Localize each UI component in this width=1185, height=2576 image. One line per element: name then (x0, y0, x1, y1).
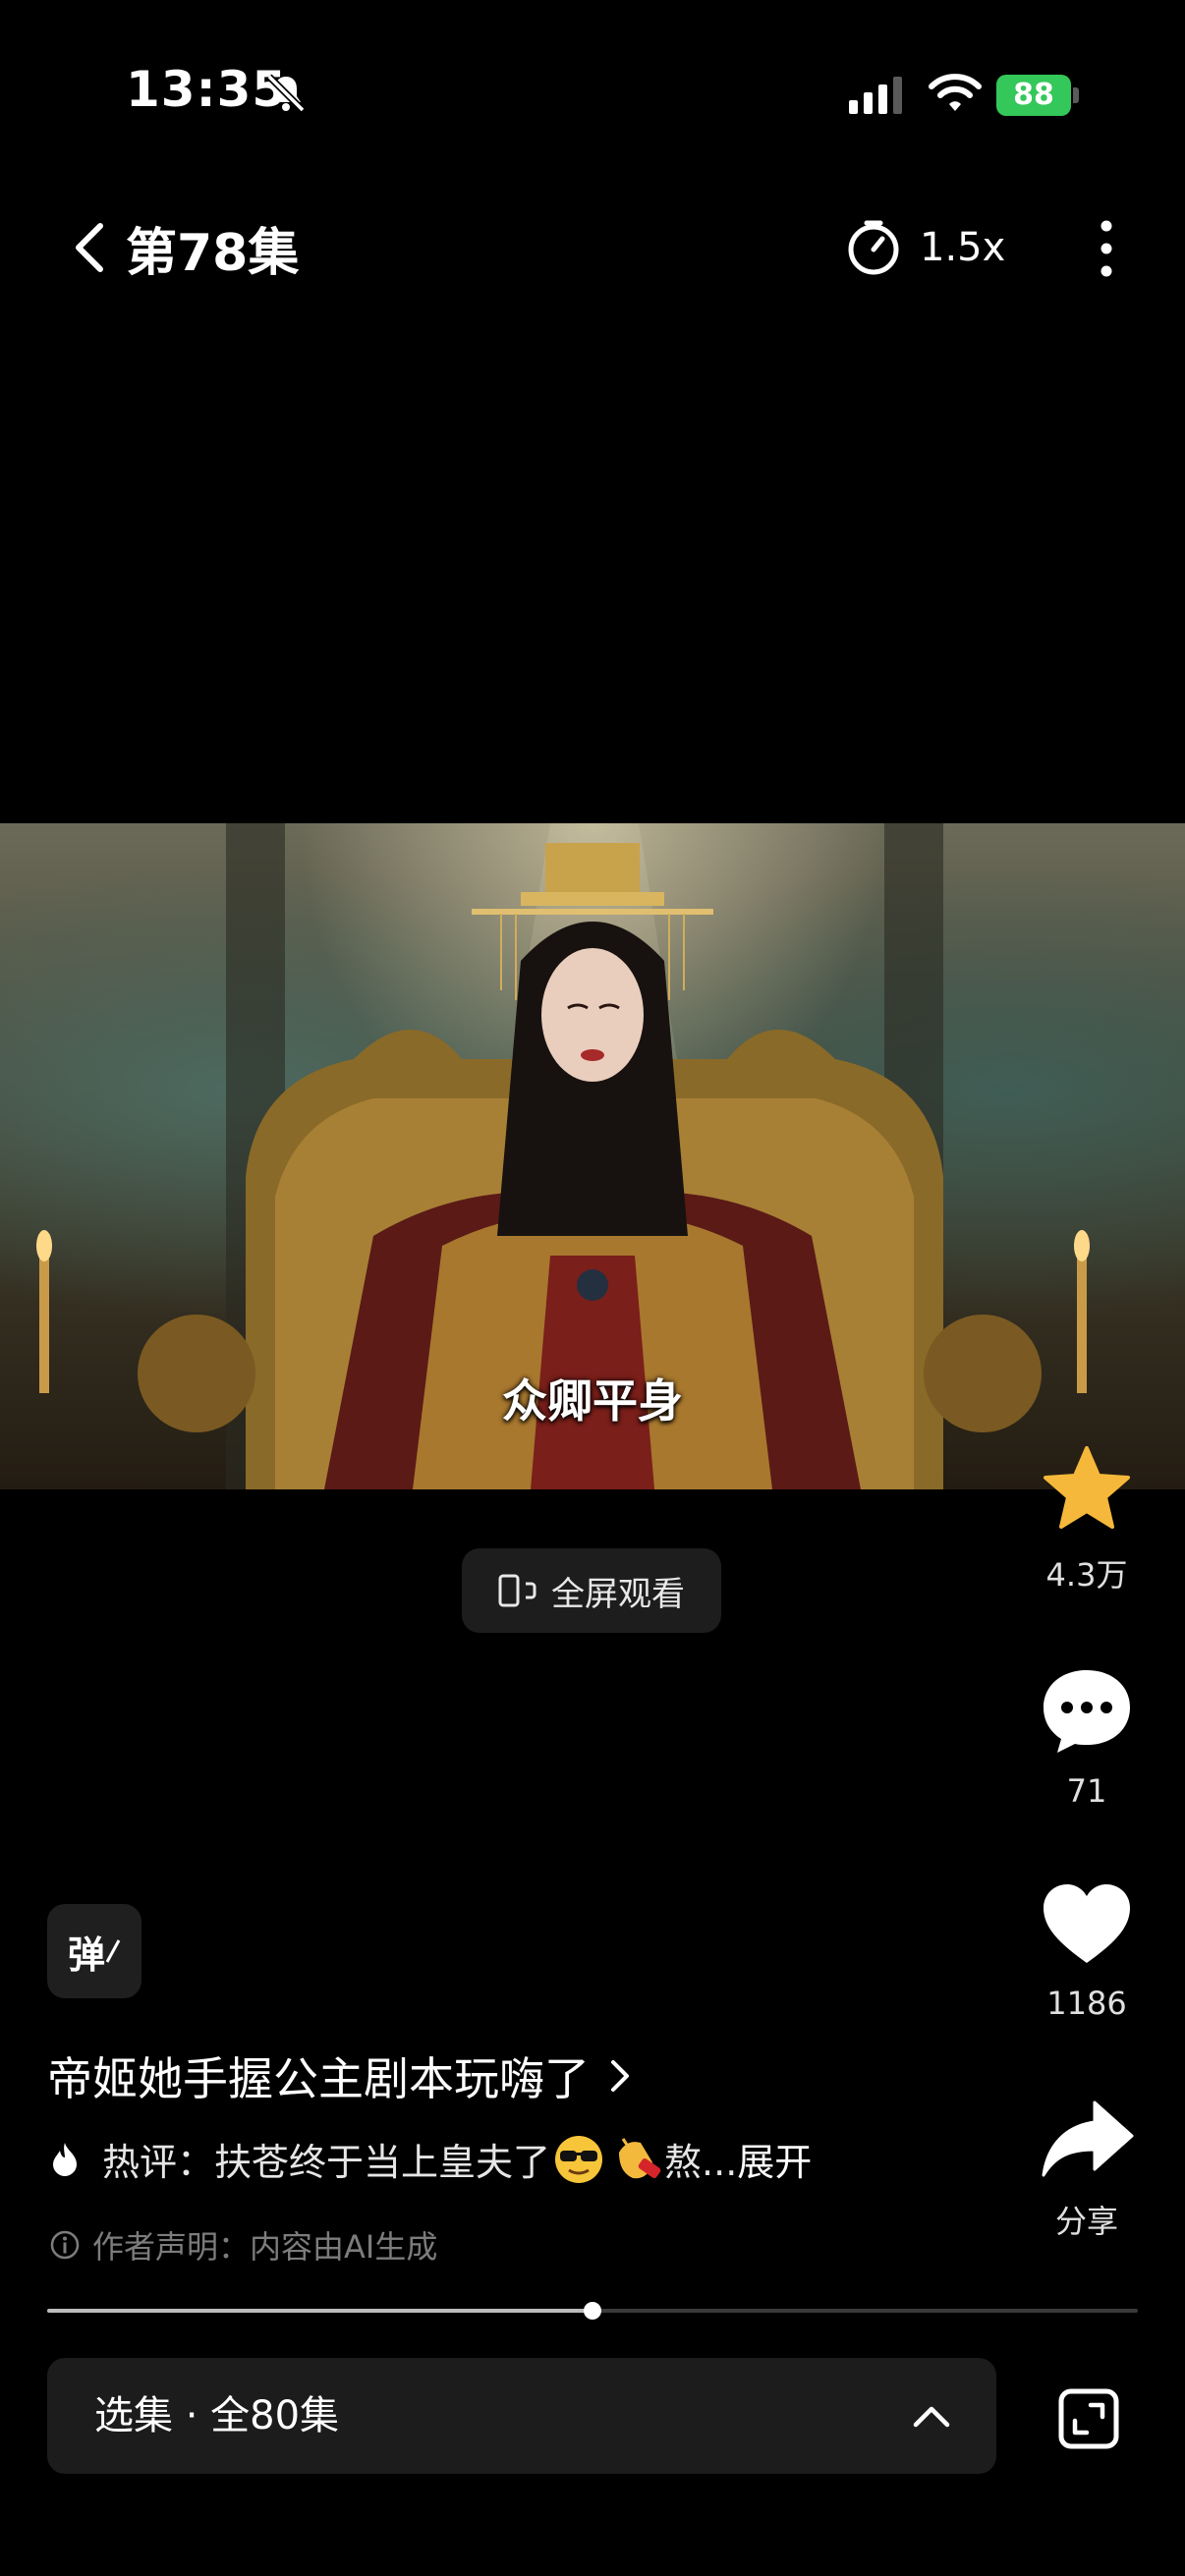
mute-icon (266, 74, 306, 113)
clapping-emoji-icon (619, 2137, 661, 2178)
sunglasses-emoji-icon (555, 2135, 603, 2183)
info-icon (50, 2230, 80, 2260)
progress-fill (47, 2309, 592, 2313)
hot-comment[interactable]: 热评： 扶苍终于当上皇夫了 熬... 展开 (49, 2132, 812, 2186)
author-disclaimer: 作者声明：内容由AI生成 (49, 2222, 437, 2268)
star-icon (1044, 1446, 1130, 1529)
episode-selector[interactable]: 选集 · 全80集 (47, 2358, 996, 2474)
hot-comment-tail: 熬... (664, 2141, 738, 2184)
share-button[interactable]: 分享 (1022, 2099, 1152, 2242)
danmaku-toggle[interactable]: 弹 (47, 1904, 141, 1998)
episode-title: 第78集 (126, 223, 300, 283)
progress-thumb[interactable] (584, 2302, 601, 2320)
comment-button[interactable]: 71 (1022, 1666, 1152, 1810)
signal-icon (849, 77, 902, 114)
video-subtitle: 众卿平身 (502, 1374, 683, 1428)
battery-indicator: 88 (996, 75, 1081, 118)
expand-icon[interactable] (1051, 2381, 1126, 2456)
hot-comment-text: 扶苍终于当上皇夫了 (214, 2141, 551, 2184)
expand-link[interactable]: 展开 (737, 2132, 812, 2186)
disclaimer-text: 作者声明：内容由AI生成 (92, 2228, 438, 2266)
like-count: 1186 (1046, 1985, 1127, 2022)
chevron-right-icon (611, 2060, 629, 2092)
timer-icon (848, 220, 899, 275)
playback-speed-button[interactable]: 1.5x (845, 216, 1005, 279)
series-title-link[interactable]: 帝姬她手握公主剧本玩嗨了 (47, 2044, 633, 2108)
back-icon (76, 223, 103, 272)
danmaku-label: 弹 (67, 1932, 105, 1977)
hot-comment-label: 热评： (102, 2141, 215, 2184)
battery-level: 88 (1013, 78, 1054, 112)
share-label: 分享 (1054, 2203, 1118, 2240)
speed-label: 1.5x (920, 225, 1006, 270)
battery-cap (1073, 87, 1079, 103)
flame-icon (53, 2142, 77, 2176)
episode-selector-label: 选集 · 全80集 (94, 2393, 340, 2438)
favorite-button[interactable]: 4.3万 (1022, 1444, 1152, 1596)
series-title: 帝姬她手握公主剧本玩嗨了 (47, 2052, 590, 2105)
chevron-up-icon (913, 2406, 950, 2428)
heart-icon (1044, 1884, 1130, 1963)
comment-count: 71 (1066, 1772, 1107, 1810)
share-icon (1042, 2100, 1134, 2177)
more-icon[interactable] (1089, 216, 1124, 281)
fullscreen-button[interactable]: 全屏观看 (462, 1548, 721, 1633)
comment-icon (1044, 1670, 1130, 1753)
back-button[interactable]: 第78集 (69, 208, 299, 287)
wifi-icon (929, 74, 982, 111)
danmaku-off-icon (105, 1939, 121, 1963)
fullscreen-icon (498, 1574, 536, 1607)
favorite-count: 4.3万 (1045, 1556, 1128, 1594)
like-button[interactable]: 1186 (1022, 1882, 1152, 2022)
fullscreen-label: 全屏观看 (551, 1574, 685, 1614)
